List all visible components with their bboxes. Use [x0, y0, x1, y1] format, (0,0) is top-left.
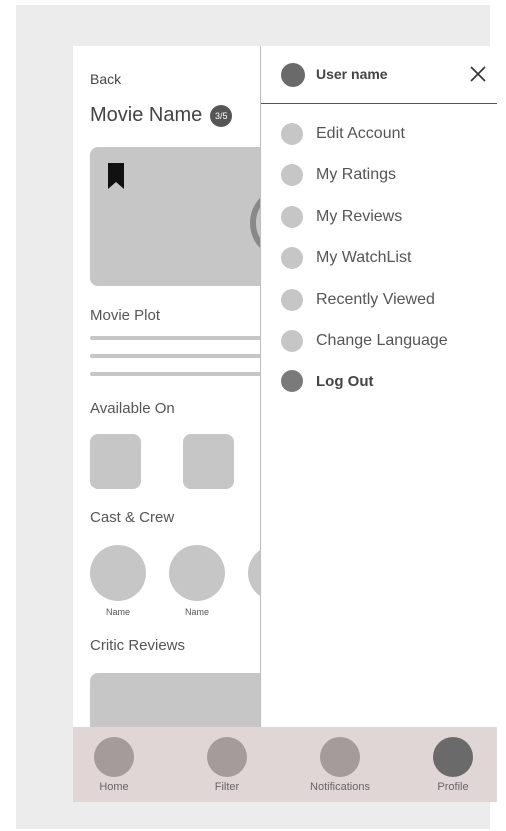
- language-icon: [281, 330, 303, 352]
- page-title: Movie Name: [90, 104, 203, 126]
- close-icon[interactable]: [466, 62, 490, 86]
- platform-tile[interactable]: [90, 434, 141, 489]
- rating-badge: 3/5: [210, 104, 233, 127]
- logout-icon: [281, 370, 303, 392]
- menu-item-my-watchlist[interactable]: My WatchList: [281, 247, 411, 269]
- canvas-background: Back Movie Name 3/5 Movie Plot Available…: [16, 5, 497, 829]
- history-icon: [281, 289, 303, 311]
- menu-item-log-out[interactable]: Log Out: [281, 370, 373, 392]
- menu-item-label: Edit Account: [316, 125, 405, 142]
- menu-item-recently-viewed[interactable]: Recently Viewed: [281, 289, 435, 311]
- ratings-icon: [281, 164, 303, 186]
- drawer-header: User name: [261, 46, 497, 104]
- nav-item-home[interactable]: Home: [74, 737, 154, 793]
- profile-drawer: User name Edit Account My Ratings My Rev…: [260, 46, 497, 731]
- bookmark-icon[interactable]: [108, 163, 124, 189]
- menu-item-label: My Reviews: [316, 208, 403, 225]
- nav-item-filter[interactable]: Filter: [187, 737, 267, 793]
- user-avatar: [281, 63, 305, 87]
- profile-icon: [433, 737, 473, 777]
- reviews-icon: [281, 206, 303, 228]
- menu-item-label: Change Language: [316, 332, 448, 349]
- menu-item-my-ratings[interactable]: My Ratings: [281, 164, 396, 186]
- nav-label: Profile: [437, 781, 469, 793]
- title-row: Movie Name 3/5: [90, 104, 233, 127]
- phone-screen: Back Movie Name 3/5 Movie Plot Available…: [73, 46, 497, 802]
- available-heading: Available On: [90, 400, 175, 417]
- cast-name: Name: [105, 607, 130, 617]
- cast-name: Name: [184, 607, 209, 617]
- cast-heading: Cast & Crew: [90, 509, 175, 526]
- menu-item-change-language[interactable]: Change Language: [281, 330, 448, 352]
- filter-icon: [207, 737, 247, 777]
- nav-label: Filter: [214, 781, 240, 793]
- menu-item-label: My Ratings: [316, 166, 397, 183]
- edit-account-icon: [281, 123, 303, 145]
- bottom-nav: Home Filter Notifications Profile: [73, 727, 497, 802]
- user-name: User name: [316, 66, 388, 82]
- menu-item-label: My WatchList: [316, 249, 412, 266]
- back-link[interactable]: Back: [90, 71, 121, 87]
- plot-heading: Movie Plot: [90, 307, 161, 324]
- menu-item-label: Recently Viewed: [316, 291, 435, 308]
- nav-item-profile[interactable]: Profile: [413, 737, 493, 793]
- notifications-icon: [320, 737, 360, 777]
- nav-item-notifications[interactable]: Notifications: [300, 737, 380, 793]
- nav-label: Home: [99, 781, 129, 793]
- menu-item-edit-account[interactable]: Edit Account: [281, 123, 405, 145]
- reviews-heading: Critic Reviews: [90, 637, 186, 654]
- home-icon: [94, 737, 134, 777]
- platform-tile[interactable]: [183, 434, 234, 489]
- nav-label: Notifications: [310, 781, 370, 793]
- watchlist-icon: [281, 247, 303, 269]
- menu-item-my-reviews[interactable]: My Reviews: [281, 206, 402, 228]
- cast-avatar[interactable]: [90, 545, 146, 601]
- menu-item-label: Log Out: [316, 372, 374, 390]
- cast-avatar[interactable]: [169, 545, 225, 601]
